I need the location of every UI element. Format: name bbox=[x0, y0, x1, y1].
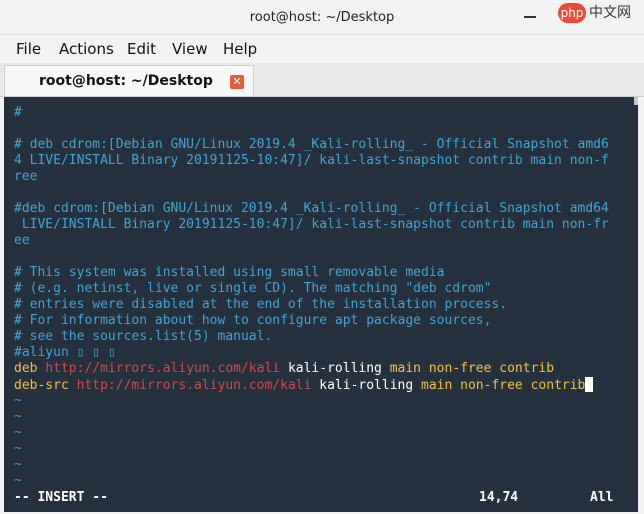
watermark: php 中文网 bbox=[558, 2, 631, 23]
tab-label: root@host: ~/Desktop bbox=[39, 73, 213, 89]
line-segment: http://mirrors.aliyun.com/kali bbox=[76, 378, 312, 393]
scrollbar[interactable] bbox=[632, 97, 638, 512]
editor-line: 4 LIVE/INSTALL Binary 20191125-10:47]/ k… bbox=[14, 153, 609, 169]
editor-line: #deb cdrom:[Debian GNU/Linux 2019.4 _Kal… bbox=[14, 201, 609, 217]
line-segment: 4 LIVE/INSTALL Binary 20191125-10:47]/ k… bbox=[14, 153, 609, 168]
editor-line: ~ bbox=[14, 425, 22, 441]
editor-line: # (e.g. netinst, live or single CD). The… bbox=[14, 281, 491, 297]
line-segment: # see the sources.list(5) manual. bbox=[14, 329, 273, 344]
line-segment: # entries were disabled at the end of th… bbox=[14, 297, 508, 312]
line-segment: deb-src bbox=[14, 378, 77, 393]
editor-line: ~ bbox=[14, 441, 22, 457]
empty-line-marker: ~ bbox=[14, 393, 22, 408]
editor-line: # see the sources.list(5) manual. bbox=[14, 329, 272, 345]
window-title: root@host: ~/Desktop bbox=[249, 10, 395, 25]
editor-line: ~ bbox=[14, 473, 22, 489]
close-icon[interactable]: ✕ bbox=[230, 75, 244, 89]
line-segment: #deb cdrom:[Debian GNU/Linux 2019.4 _Kal… bbox=[14, 201, 609, 216]
line-segment: main non-free contrib bbox=[389, 361, 555, 376]
empty-line-marker: ~ bbox=[14, 425, 22, 440]
line-segment: ee bbox=[14, 233, 30, 248]
line-segment: # (e.g. netinst, live or single CD). The… bbox=[14, 281, 492, 296]
editor-line: # For information about how to configure… bbox=[14, 313, 491, 329]
editor-line: deb http://mirrors.aliyun.com/kali kali-… bbox=[14, 361, 554, 377]
editor-line: # deb cdrom:[Debian GNU/Linux 2019.4 _Ka… bbox=[14, 137, 609, 153]
line-segment: # deb cdrom:[Debian GNU/Linux 2019.4 _Ka… bbox=[14, 137, 609, 152]
editor-line: ~ bbox=[14, 393, 22, 409]
menu-help[interactable]: Help bbox=[223, 40, 257, 58]
scroll-position: All bbox=[590, 490, 614, 505]
empty-line-marker: ~ bbox=[14, 441, 22, 456]
line-segment: main non-free contrib bbox=[421, 378, 586, 393]
line-segment: kali-rolling bbox=[280, 361, 390, 376]
tab-bar: root@host: ~/Desktop ✕ bbox=[0, 63, 644, 97]
menu-view[interactable]: View bbox=[172, 40, 208, 58]
editor-line: #aliyun ▯ ▯ ▯ bbox=[14, 345, 116, 361]
menu-file[interactable]: File bbox=[16, 40, 41, 58]
line-segment: http://mirrors.aliyun.com/kali bbox=[45, 361, 281, 376]
editor-line: ee bbox=[14, 233, 30, 249]
line-segment: LIVE/INSTALL Binary 20191125-10:47]/ kal… bbox=[14, 217, 609, 232]
menu-edit[interactable]: Edit bbox=[127, 40, 156, 58]
editor-line: ~ bbox=[14, 409, 22, 425]
line-segment: deb bbox=[14, 361, 46, 376]
vim-mode-indicator: -- INSERT -- bbox=[14, 490, 108, 505]
editor-line: ree bbox=[14, 169, 37, 185]
editor-line: LIVE/INSTALL Binary 20191125-10:47]/ kal… bbox=[14, 217, 609, 233]
empty-line-marker: ~ bbox=[14, 409, 22, 424]
menu-bar: File Actions Edit View Help bbox=[0, 35, 644, 63]
empty-line-marker: ~ bbox=[14, 473, 22, 488]
cursor-position: 14,74 bbox=[479, 490, 519, 505]
line-segment: # This system was installed using small … bbox=[14, 265, 445, 280]
scrollbar-thumb[interactable] bbox=[634, 97, 638, 105]
watermark-logo: php bbox=[558, 3, 586, 23]
editor-line: # bbox=[14, 105, 22, 121]
editor-line: deb-src http://mirrors.aliyun.com/kali k… bbox=[14, 377, 594, 393]
line-segment: #aliyun ▯ ▯ ▯ bbox=[14, 345, 116, 360]
menu-actions[interactable]: Actions bbox=[59, 40, 114, 58]
editor-line: # This system was installed using small … bbox=[14, 265, 444, 281]
line-segment: kali-rolling bbox=[311, 378, 422, 393]
minimize-icon[interactable] bbox=[524, 16, 536, 18]
line-segment: # bbox=[14, 105, 22, 120]
text-cursor bbox=[585, 377, 594, 392]
terminal-view[interactable]: # # deb cdrom:[Debian GNU/Linux 2019.4 _K… bbox=[4, 97, 638, 512]
tab-terminal[interactable]: root@host: ~/Desktop ✕ bbox=[4, 65, 254, 96]
watermark-text: 中文网 bbox=[589, 5, 631, 21]
line-segment: # For information about how to configure… bbox=[14, 313, 492, 328]
line-segment: ree bbox=[14, 169, 38, 184]
editor-line: # entries were disabled at the end of th… bbox=[14, 297, 507, 313]
empty-line-marker: ~ bbox=[14, 457, 22, 472]
window-title-bar: root@host: ~/Desktop php 中文网 bbox=[0, 0, 644, 35]
editor-line: ~ bbox=[14, 457, 22, 473]
